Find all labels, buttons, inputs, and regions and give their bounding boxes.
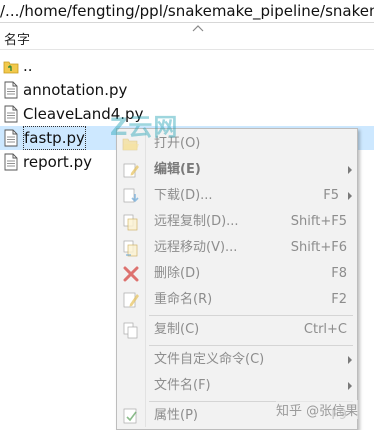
menu-item-label: 编辑(E) [154,162,201,177]
zhihu-watermark: 知乎 @张信果 [276,400,359,419]
submenu-arrow-icon [348,166,352,174]
menu-item-label: 删除(D) [154,266,201,281]
menu-item-edit[interactable]: 编辑(E) [117,158,357,182]
submenu-arrow-icon [348,192,352,200]
rename-icon [123,292,139,308]
watermark-text: Z云网 [110,113,179,141]
file-name: fastp.py [23,126,86,150]
menu-item-shortcut: F5 [323,188,339,203]
remote-move-icon [123,240,138,257]
file-icon [4,81,18,99]
remote-copy-icon [123,214,138,231]
menu-separator [149,345,353,346]
menu-item-shortcut: Ctrl+C [303,322,347,337]
menu-item-file-name[interactable]: 文件名(F) [117,374,357,398]
list-header: 名字 [0,23,374,50]
menu-item-shortcut: Shift+F5 [290,214,347,229]
properties-icon [123,408,137,424]
menu-separator [149,315,353,316]
list-item-parent-dir[interactable]: .. [0,54,374,78]
menu-item-shortcut: F2 [331,292,347,307]
edit-icon [123,163,139,178]
file-icon [4,129,18,147]
menu-item-delete[interactable]: 删除(D) F8 [117,262,357,286]
menu-item-label: 重命名(R) [154,292,213,307]
menu-item-shortcut: F8 [331,266,347,281]
menu-item-label: 属性(P) [154,408,198,423]
menu-item-rename[interactable]: 重命名(R) F2 [117,288,357,312]
menu-item-label: 文件名(F) [154,378,211,393]
file-browser-window: /.../home/fengting/ppl/snakemake_pipelin… [0,0,374,430]
context-menu: 打开(O) 编辑(E) 下载(D)... F5 远程复制(D)... Shift… [116,128,358,430]
file-name: .. [23,57,33,75]
menu-item-label: 远程复制(D)... [154,214,239,229]
path-text: /.../home/fengting/ppl/snakemake_pipelin… [0,2,374,20]
delete-icon [123,266,139,282]
menu-item-custom-commands[interactable]: 文件自定义命令(C) [117,348,357,372]
menu-item-label: 远程移动(V)... [154,240,238,255]
name-column-header[interactable]: 名字 [4,29,30,48]
copy-icon [123,322,138,339]
folder-up-icon [3,61,19,74]
file-name: report.py [23,153,92,171]
submenu-arrow-icon [348,356,352,364]
menu-item-remote-move[interactable]: 远程移动(V)... Shift+F6 [117,236,357,260]
submenu-arrow-icon [348,382,352,390]
download-icon [123,188,139,203]
menu-item-label: 文件自定义命令(C) [154,352,265,367]
menu-item-remote-copy[interactable]: 远程复制(D)... Shift+F5 [117,210,357,234]
file-icon [4,153,18,171]
menu-item-shortcut: Shift+F6 [290,240,347,255]
list-item-cleaveland4[interactable]: CleaveLand4.py [0,102,374,126]
file-icon [4,105,18,123]
menu-item-copy[interactable]: 复制(C) Ctrl+C [117,318,357,342]
menu-item-label: 复制(C) [154,322,200,337]
menu-item-label: 下载(D)... [154,188,213,203]
file-name: annotation.py [23,81,128,99]
list-item-annotation[interactable]: annotation.py [0,78,374,102]
sort-chevron-up-icon[interactable] [191,23,205,33]
menu-item-download[interactable]: 下载(D)... F5 [117,184,357,208]
path-bar[interactable]: /.../home/fengting/ppl/snakemake_pipelin… [0,0,374,23]
